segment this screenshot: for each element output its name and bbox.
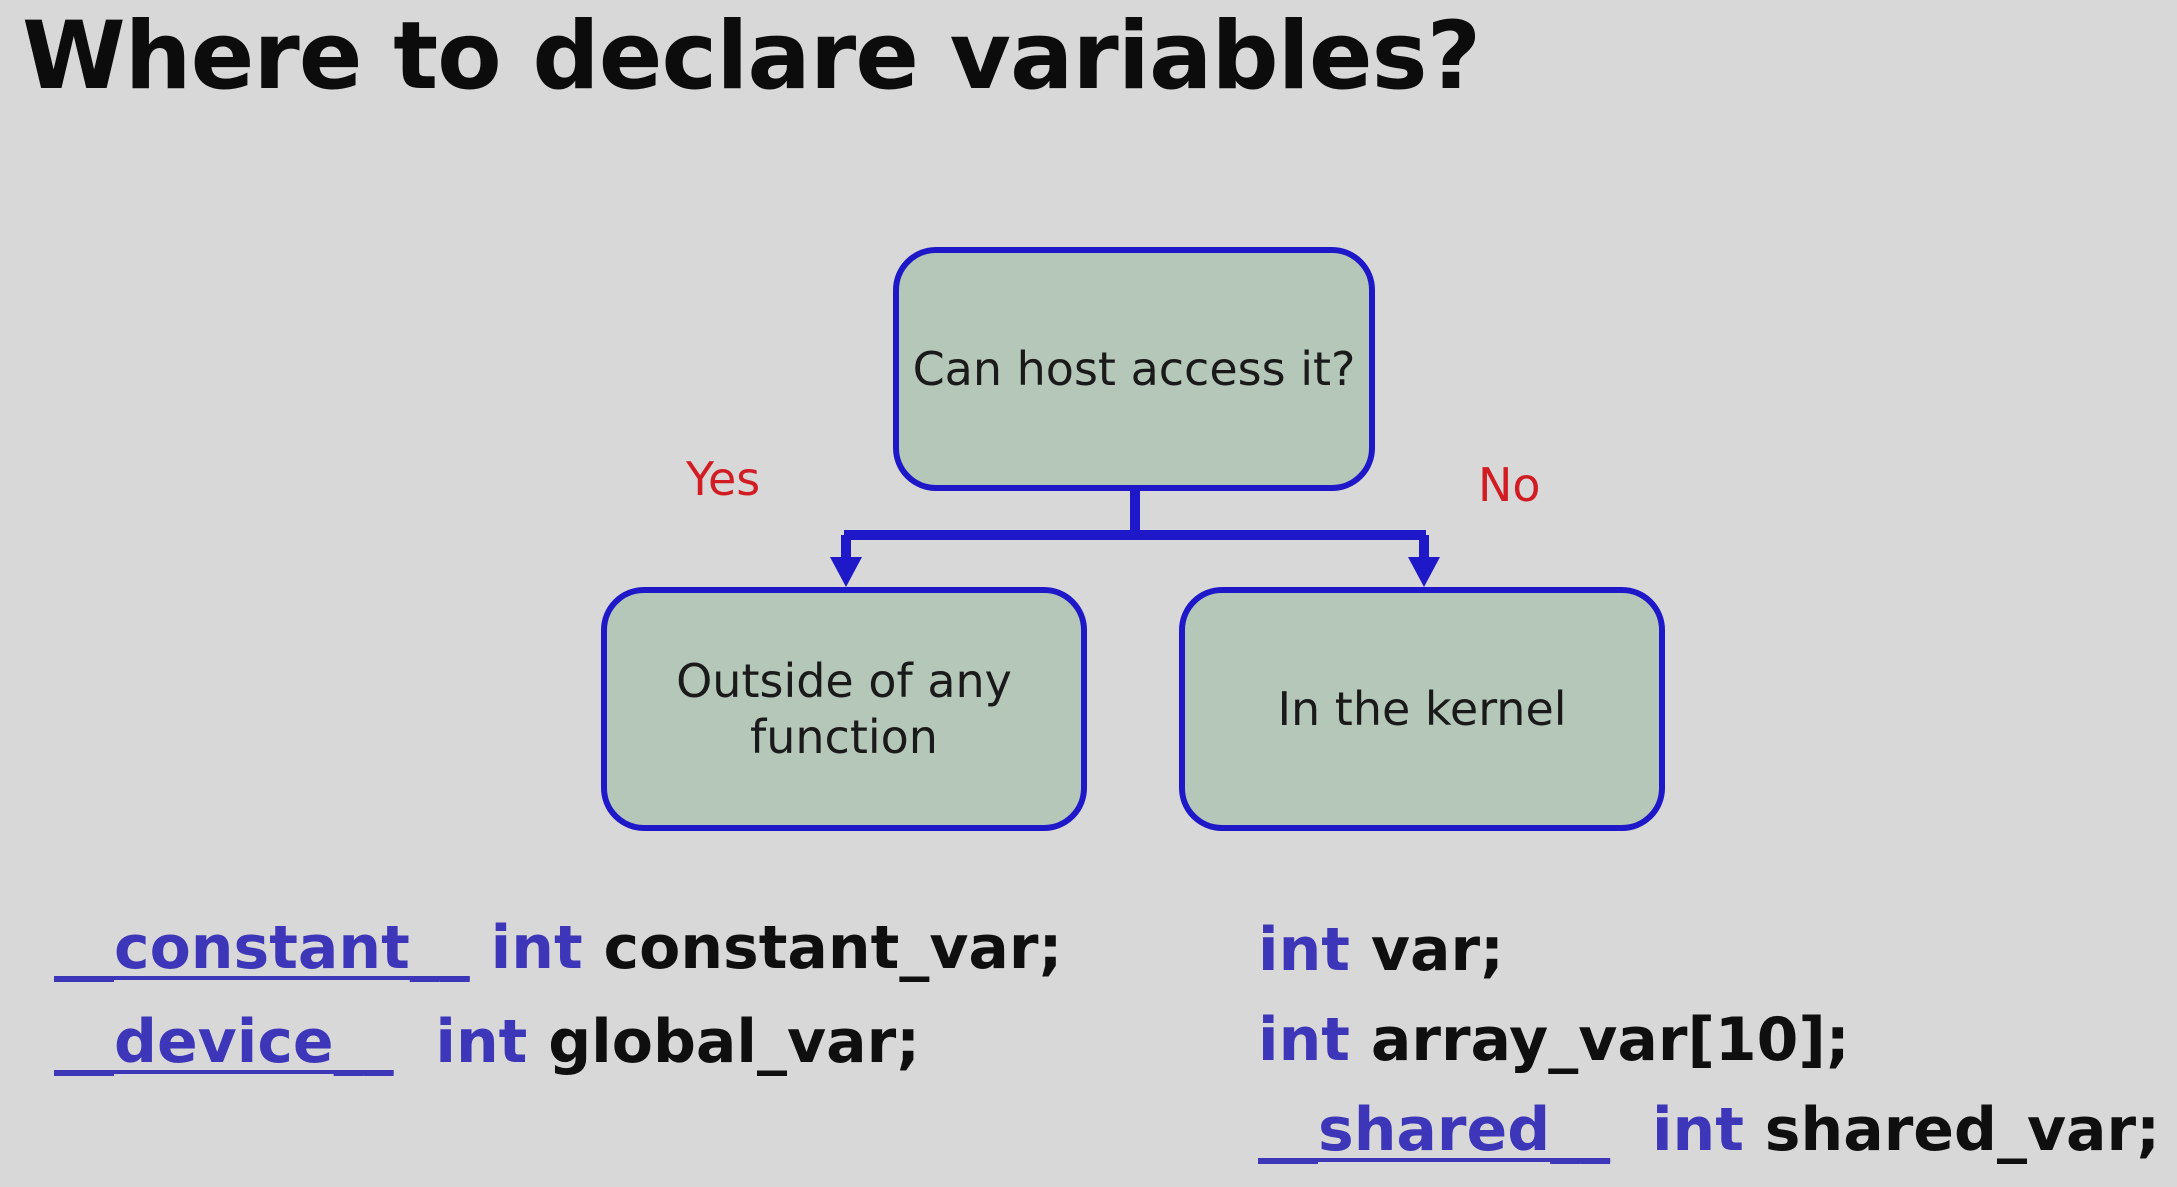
type-int: int: [1651, 1095, 1744, 1165]
declaration-constant-var: constant_var;: [603, 913, 1063, 983]
type-int: int: [435, 1007, 528, 1077]
code-line-var: int var;: [1258, 914, 1504, 986]
code-line-array-var: int array_var[10];: [1258, 1004, 1850, 1076]
declaration-global-var: global_var;: [548, 1007, 921, 1077]
qualifier-device: __device__: [54, 1007, 394, 1077]
declaration-array-var: array_var[10];: [1370, 1005, 1850, 1075]
type-int: int: [490, 913, 583, 983]
code-line-constant: __constant__ int constant_var;: [54, 912, 1063, 984]
qualifier-shared: __shared__: [1258, 1095, 1611, 1165]
type-int: int: [1258, 915, 1350, 985]
arrow-right: [1408, 557, 1440, 587]
code-line-device: __device__ int global_var;: [54, 1006, 920, 1078]
qualifier-constant: __constant__: [54, 913, 470, 983]
declaration-shared-var: shared_var;: [1764, 1095, 2161, 1165]
connector-lines: [841, 488, 1429, 562]
arrow-left: [830, 557, 862, 587]
no-label: No: [1478, 458, 1541, 512]
yes-label: Yes: [686, 452, 761, 506]
root-box-label: Can host access it?: [912, 342, 1356, 396]
left-box-label: Outside of any function: [676, 654, 1012, 764]
type-int: int: [1258, 1005, 1350, 1075]
code-line-shared: __shared__ int shared_var;: [1258, 1094, 2160, 1166]
right-box-label: In the kernel: [1277, 682, 1567, 736]
declaration-var: var;: [1370, 915, 1505, 985]
